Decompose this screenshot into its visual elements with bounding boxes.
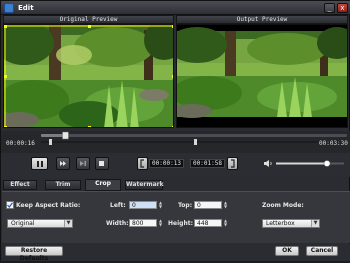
set-start-button[interactable] xyxy=(137,157,148,170)
output-preview xyxy=(176,24,348,128)
zoom-mode-value: Letterbox xyxy=(266,220,295,227)
trim-end-marker xyxy=(194,139,197,145)
app-icon xyxy=(4,3,14,13)
edit-window: Edit _ x Original Preview Output Preview xyxy=(0,0,350,262)
start-time-field[interactable]: 00:00:13 xyxy=(149,159,184,168)
ok-button[interactable]: OK xyxy=(275,246,299,256)
total-time: 00:03:30 xyxy=(319,140,348,147)
timeline-area xyxy=(1,131,350,153)
tab-trim[interactable]: Trim xyxy=(45,180,81,190)
bracket-right-icon xyxy=(231,159,235,168)
zoom-mode-label: Zoom Mode: xyxy=(262,202,304,209)
speaker-icon xyxy=(264,160,272,167)
next-frame-icon xyxy=(80,161,86,166)
top-label: Top: xyxy=(178,202,193,209)
pause-button[interactable] xyxy=(31,157,48,170)
restore-defaults-button[interactable]: Restore Defaults xyxy=(5,246,63,262)
tab-watermark[interactable]: Watermark xyxy=(125,180,164,190)
fast-forward-icon xyxy=(60,161,66,166)
window-title: Edit xyxy=(18,4,34,12)
top-spinner[interactable]: ▲ ▼ xyxy=(223,201,228,209)
timeline-thumb xyxy=(62,131,69,140)
pause-icon xyxy=(37,161,43,167)
output-preview-image xyxy=(177,25,347,127)
left-input[interactable]: 0 xyxy=(129,201,157,209)
timeline-slider[interactable] xyxy=(1,131,350,153)
keep-aspect-label: Keep Aspect Ratio: xyxy=(16,202,81,209)
current-time: 00:00:16 xyxy=(6,140,35,147)
original-preview xyxy=(3,24,174,128)
width-spinner[interactable]: ▲ ▼ xyxy=(158,219,163,227)
volume-thumb xyxy=(323,160,331,167)
stop-button[interactable] xyxy=(95,157,109,170)
chevron-down-icon: ▼ xyxy=(311,220,319,227)
stop-icon xyxy=(99,161,104,166)
cancel-button[interactable]: Cancel xyxy=(306,246,338,256)
close-button[interactable]: x xyxy=(337,3,348,13)
crop-panel: Keep Aspect Ratio: Left: 0 ▲ ▼ Top: 0 ▲ ▼ … xyxy=(2,191,350,243)
chevron-down-icon: ▼ xyxy=(64,220,72,227)
tab-effect[interactable]: Effect xyxy=(3,180,37,190)
next-frame-button[interactable] xyxy=(76,157,90,170)
width-label: Width: xyxy=(106,220,129,227)
bracket-left-icon xyxy=(140,159,144,168)
height-label: Height: xyxy=(168,220,193,227)
trim-start-marker xyxy=(49,139,52,145)
width-input[interactable]: 800 xyxy=(129,219,157,227)
zoom-mode-select[interactable]: Letterbox ▼ xyxy=(262,219,320,228)
height-spinner[interactable]: ▲ ▼ xyxy=(223,219,228,227)
minimize-button[interactable]: _ xyxy=(324,3,335,13)
left-label: Left: xyxy=(110,202,126,209)
output-preview-header: Output Preview xyxy=(176,15,348,24)
keep-aspect-checkbox[interactable] xyxy=(6,201,14,209)
set-end-button[interactable] xyxy=(227,157,238,170)
tab-crop[interactable]: Crop xyxy=(85,179,121,191)
fast-forward-button[interactable] xyxy=(56,157,70,170)
original-preview-header: Original Preview xyxy=(3,15,174,24)
aspect-ratio-select[interactable]: Original ▼ xyxy=(7,219,73,228)
volume-slider[interactable] xyxy=(276,159,346,168)
height-input[interactable]: 448 xyxy=(194,219,222,227)
top-input[interactable]: 0 xyxy=(194,201,222,209)
aspect-ratio-value: Original xyxy=(11,220,35,227)
left-spinner[interactable]: ▲ ▼ xyxy=(158,201,163,209)
original-preview-image xyxy=(4,25,173,127)
title-bar: Edit _ x xyxy=(1,1,350,15)
end-time-field[interactable]: 00:01:58 xyxy=(190,159,225,168)
